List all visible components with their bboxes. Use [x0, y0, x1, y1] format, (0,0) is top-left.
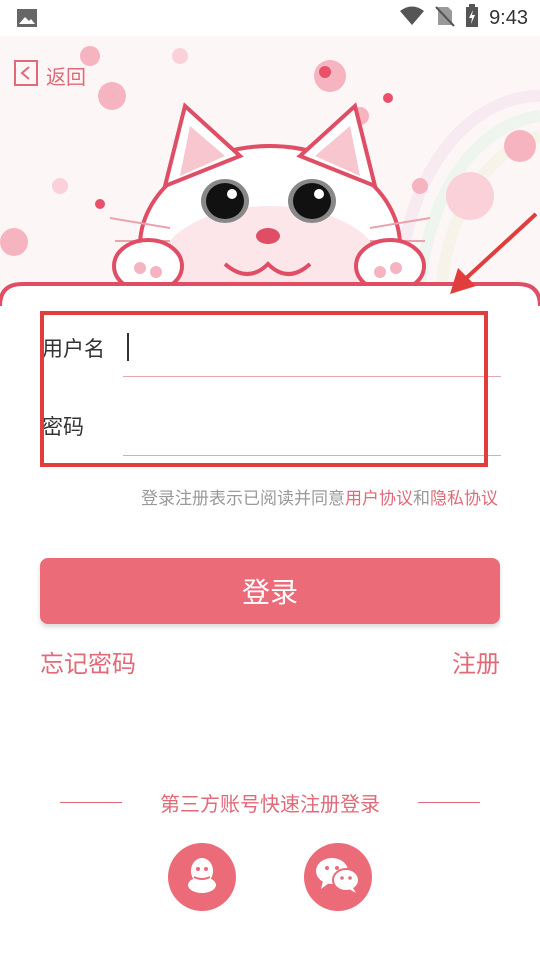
annotation-highlight-box [40, 311, 488, 467]
wechat-login-button[interactable] [304, 843, 372, 911]
qq-icon [184, 855, 220, 899]
forgot-password-link[interactable]: 忘记密码 [40, 644, 136, 679]
gallery-notification-icon [16, 8, 38, 32]
privacy-policy-link[interactable]: 隐私协议 [430, 489, 498, 509]
battery-charging-icon [465, 4, 479, 32]
register-link[interactable]: 注册 [452, 644, 500, 679]
wifi-icon [399, 6, 425, 30]
login-button[interactable]: 登录 [40, 558, 500, 624]
annotation-arrow [450, 212, 538, 294]
status-bar: 9:43 [0, 0, 540, 36]
back-button[interactable]: 返回 [14, 60, 86, 90]
agreement-text: 登录注册表示已阅读并同意用户协议和隐私协议 [0, 484, 498, 509]
no-sim-icon [435, 5, 455, 31]
wechat-icon [315, 856, 361, 898]
back-label: 返回 [46, 64, 86, 89]
qq-login-button[interactable] [168, 843, 236, 911]
status-time: 9:43 [489, 6, 528, 29]
agreement-prefix: 登录注册表示已阅读并同意 [141, 489, 345, 509]
chevron-left-icon [14, 60, 38, 90]
user-agreement-link[interactable]: 用户协议 [345, 489, 413, 509]
third-party-title: 第三方账号快速注册登录 [160, 792, 380, 816]
agreement-conjunction: 和 [413, 489, 430, 509]
